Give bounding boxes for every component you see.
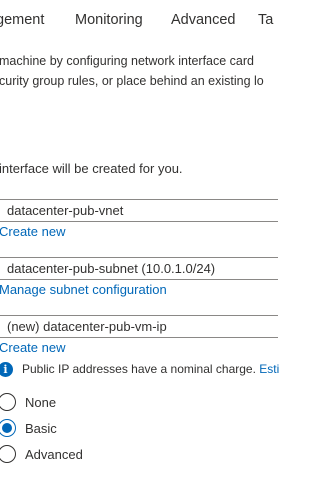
nic-note: interface will be created for you. [0, 161, 183, 176]
radio-none-label[interactable]: None [25, 395, 56, 410]
tab-tags[interactable]: Ta [258, 12, 273, 28]
tab-monitoring[interactable]: Monitoring [75, 12, 143, 28]
create-new-vnet-link[interactable]: Create new [0, 224, 65, 239]
virtual-network-select[interactable]: datacenter-pub-vnet [0, 199, 278, 222]
public-ip-value: (new) datacenter-pub-vm-ip [7, 319, 167, 334]
radio-none[interactable] [0, 393, 16, 411]
description-line-2: curity group rules, or place behind an e… [0, 74, 264, 88]
radio-basic[interactable] [0, 419, 16, 437]
tab-management[interactable]: gement [0, 12, 44, 28]
virtual-network-value: datacenter-pub-vnet [7, 203, 124, 218]
subnet-select[interactable]: datacenter-pub-subnet (10.0.1.0/24) [0, 257, 278, 280]
description-line-1: machine by configuring network interface… [0, 54, 254, 68]
radio-basic-label[interactable]: Basic [25, 421, 57, 436]
public-ip-select[interactable]: (new) datacenter-pub-vm-ip [0, 315, 278, 338]
radio-advanced-label[interactable]: Advanced [25, 447, 83, 462]
create-new-public-ip-link[interactable]: Create new [0, 340, 65, 355]
public-ip-charge-note: Public IP addresses have a nominal charg… [22, 362, 279, 376]
estimate-link[interactable]: Esti [259, 362, 279, 376]
info-icon: i [0, 362, 13, 377]
manage-subnet-link[interactable]: Manage subnet configuration [0, 282, 167, 297]
radio-selected-dot [2, 423, 12, 433]
tab-advanced[interactable]: Advanced [171, 12, 236, 28]
subnet-value: datacenter-pub-subnet (10.0.1.0/24) [7, 261, 216, 276]
public-ip-charge-text: Public IP addresses have a nominal charg… [22, 362, 256, 376]
radio-advanced[interactable] [0, 445, 16, 463]
